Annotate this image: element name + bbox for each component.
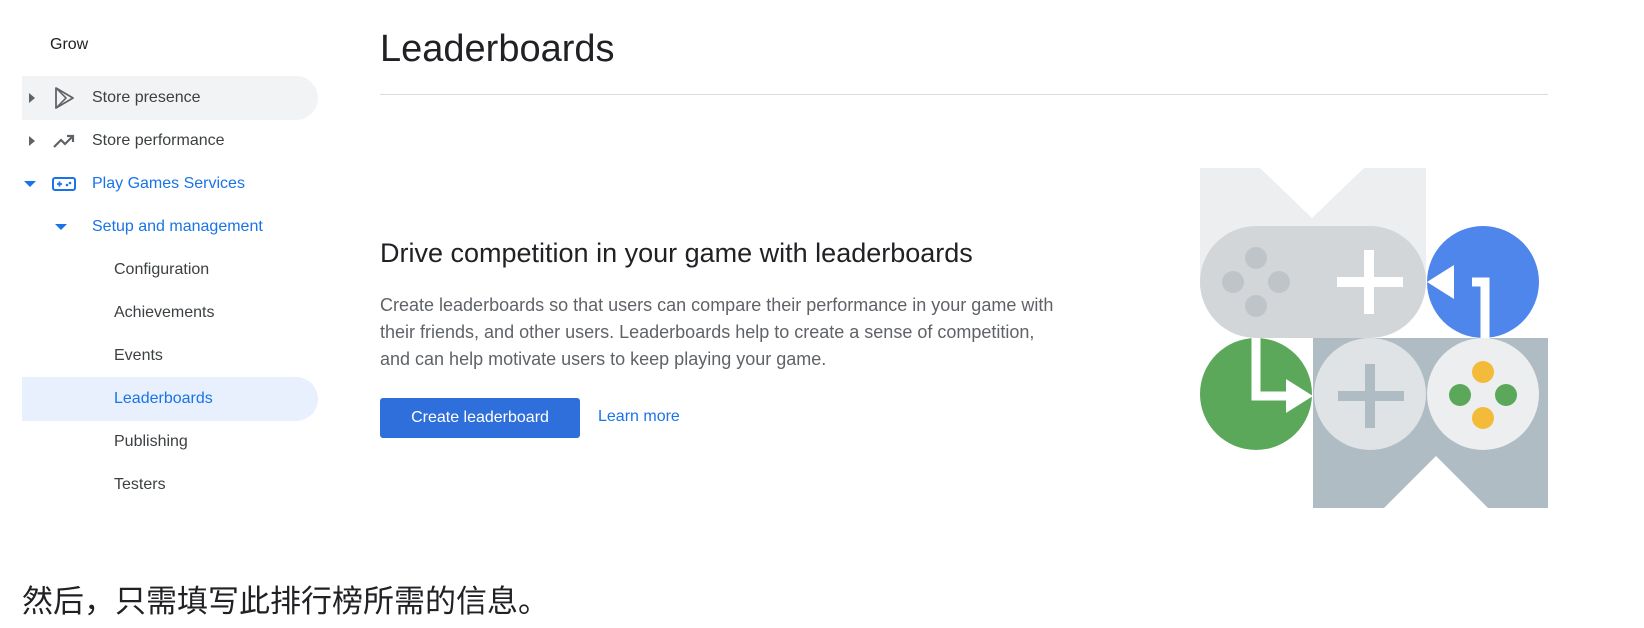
- page-title: Leaderboards: [380, 28, 615, 70]
- sidebar-item-setup-and-management[interactable]: Setup and management: [22, 205, 318, 249]
- sidebar-item-configuration[interactable]: Configuration: [22, 248, 318, 292]
- promo-heading: Drive competition in your game with lead…: [380, 238, 973, 268]
- sidebar-item-label: Store performance: [92, 132, 225, 149]
- leaderboards-illustration: [1200, 168, 1548, 508]
- sidebar-item-publishing[interactable]: Publishing: [22, 420, 318, 464]
- gamepad-icon: [52, 177, 76, 191]
- collapse-caret-icon[interactable]: [55, 224, 67, 230]
- sidebar-item-label: Achievements: [114, 304, 215, 321]
- sidebar-item-label: Events: [114, 347, 163, 364]
- trending-up-icon: [53, 134, 75, 148]
- expand-caret-icon[interactable]: [29, 93, 35, 103]
- sidebar-item-store-presence[interactable]: Store presence: [22, 76, 318, 120]
- promo-description: Create leaderboards so that users can co…: [380, 295, 1054, 369]
- sidebar-item-play-games-services[interactable]: Play Games Services: [22, 162, 318, 206]
- play-store-icon: [55, 87, 74, 109]
- create-leaderboard-button[interactable]: Create leaderboard: [380, 398, 580, 438]
- sidebar-item-events[interactable]: Events: [22, 334, 318, 378]
- sidebar-item-label: Configuration: [114, 261, 210, 278]
- caption-text: 然后，只需填写此排行榜所需的信息。: [22, 584, 549, 619]
- sidebar-item-label: Leaderboards: [114, 390, 213, 407]
- sidebar-item-label: Testers: [114, 476, 166, 493]
- sidebar-item-testers[interactable]: Testers: [22, 463, 318, 507]
- sidebar-item-label: Store presence: [92, 89, 201, 106]
- sidebar-item-label: Setup and management: [92, 218, 263, 235]
- sidebar-item-leaderboards[interactable]: Leaderboards: [22, 377, 318, 421]
- sidebar-nav: Grow Store presence Store performance Pl…: [0, 0, 320, 520]
- learn-more-link[interactable]: Learn more: [598, 408, 680, 426]
- expand-caret-icon[interactable]: [29, 136, 35, 146]
- sidebar-item-label: Play Games Services: [92, 175, 245, 192]
- sidebar-item-achievements[interactable]: Achievements: [22, 291, 318, 335]
- title-divider: [380, 94, 1548, 95]
- sidebar-item-label: Publishing: [114, 433, 188, 450]
- sidebar-item-store-performance[interactable]: Store performance: [22, 119, 318, 163]
- collapse-caret-icon[interactable]: [24, 181, 36, 187]
- nav-section-title: Grow: [50, 36, 89, 53]
